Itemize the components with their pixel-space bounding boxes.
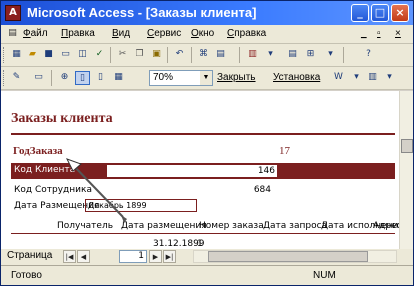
- document-icon[interactable]: ▤: [5, 27, 20, 41]
- print-icon[interactable]: ▭: [58, 48, 73, 62]
- menu-help[interactable]: Справка: [227, 28, 266, 39]
- access-key-icon[interactable]: A: [5, 5, 21, 21]
- toolbar-separator: [239, 47, 240, 63]
- relationships-icon[interactable]: ⊞: [303, 48, 318, 62]
- menu-bar: ▤ Файл Правка Вид Сервис Окно Справка _ …: [1, 25, 413, 44]
- page-label: Страница: [7, 250, 53, 261]
- first-page-button[interactable]: |◀: [63, 250, 76, 263]
- close-button[interactable]: ×: [391, 4, 409, 22]
- toolbar-grip[interactable]: [3, 70, 7, 86]
- new-object-dropdown-icon[interactable]: ▾: [323, 48, 338, 62]
- one-page-icon[interactable]: ▯: [75, 71, 90, 85]
- vertical-scroll-thumb[interactable]: [401, 139, 413, 153]
- spell-icon[interactable]: ✓: [92, 48, 107, 62]
- toolbar-separator: [110, 47, 111, 63]
- toolbar-separator: [167, 47, 168, 63]
- multiple-pages-icon[interactable]: ▦: [111, 71, 126, 85]
- close-preview-button[interactable]: Закрыть: [217, 72, 256, 83]
- setup-button[interactable]: Установка: [273, 72, 320, 83]
- design-view-icon[interactable]: ✎: [9, 71, 24, 85]
- status-ready: Готово: [11, 270, 42, 281]
- zoom-combo[interactable]: 70% ▼: [149, 70, 213, 86]
- zoom-value: 70%: [153, 72, 174, 83]
- status-num: NUM: [313, 270, 336, 281]
- toolbar-grip[interactable]: [3, 47, 7, 63]
- menu-edit[interactable]: Правка: [61, 28, 95, 39]
- view-icon[interactable]: ▦: [9, 48, 24, 62]
- status-bar: Готово NUM: [1, 265, 413, 285]
- toolbar-separator: [51, 70, 52, 86]
- database-window-icon[interactable]: ▥: [365, 71, 380, 85]
- print-icon[interactable]: ▭: [31, 71, 46, 85]
- doc-minimize-button[interactable]: _: [361, 28, 367, 39]
- database-toolbar: ▦ ▰ ■ ▭ ◫ ✓ ✂ ❐ ▣ ↶ ⌘ ▤ ▥ ▾ ▤ ⊞ ▾ ?: [1, 44, 413, 67]
- toolbar-separator: [343, 47, 344, 63]
- office-links-icon[interactable]: W: [331, 71, 346, 85]
- office-links-dropdown-icon[interactable]: ▾: [349, 71, 364, 85]
- last-page-button[interactable]: ▶|: [163, 250, 176, 263]
- paste-icon[interactable]: ▣: [149, 48, 164, 62]
- minimize-button[interactable]: _: [351, 4, 369, 22]
- open-icon[interactable]: ▰: [25, 48, 40, 62]
- horizontal-scrollbar[interactable]: [193, 250, 397, 263]
- report-preview-area[interactable]: Заказы клиента ГодЗаказа 17 Код Клиента …: [1, 91, 399, 249]
- page-number-input[interactable]: 1: [119, 250, 147, 263]
- toolbar-separator: [191, 47, 192, 63]
- next-page-button[interactable]: ▶: [149, 250, 162, 263]
- print-preview-icon[interactable]: ◫: [75, 48, 90, 62]
- chevron-down-icon[interactable]: ▼: [200, 71, 212, 85]
- print-preview-toolbar: ✎ ▭ ⊕ ▯ ▯ ▦ 70% ▼ Закрыть Установка W ▾ …: [1, 67, 413, 90]
- undo-icon[interactable]: ↶: [172, 48, 187, 62]
- new-object-icon[interactable]: ▾: [263, 48, 278, 62]
- doc-restore-button[interactable]: ▫: [377, 28, 381, 39]
- zoom-icon[interactable]: ⊕: [57, 71, 72, 85]
- window-title: Microsoft Access - [Заказы клиента]: [27, 5, 257, 20]
- help-icon[interactable]: ?: [361, 48, 376, 62]
- vertical-scrollbar[interactable]: [399, 91, 413, 249]
- maximize-button[interactable]: □: [371, 4, 389, 22]
- prev-page-button[interactable]: ◀: [77, 250, 90, 263]
- new-object-icon[interactable]: ▾: [382, 71, 397, 85]
- page-navigation: Страница |◀ ◀ 1 ▶ ▶|: [1, 249, 413, 265]
- menu-view[interactable]: Вид: [112, 28, 130, 39]
- code-icon[interactable]: ⌘: [196, 48, 211, 62]
- cut-icon[interactable]: ✂: [115, 48, 130, 62]
- menu-tools[interactable]: Сервис: [147, 28, 181, 39]
- horizontal-scroll-thumb[interactable]: [208, 251, 368, 262]
- menu-file[interactable]: Файл: [23, 28, 48, 39]
- save-icon[interactable]: ■: [41, 48, 56, 62]
- title-bar: A Microsoft Access - [Заказы клиента] _ …: [1, 1, 413, 25]
- doc-close-button[interactable]: ×: [395, 28, 401, 39]
- analyze-icon[interactable]: ▤: [285, 48, 300, 62]
- mouse-pointer-icon: [65, 158, 127, 223]
- two-pages-icon[interactable]: ▯: [93, 71, 108, 85]
- access-window: A Microsoft Access - [Заказы клиента] _ …: [0, 0, 414, 286]
- database-icon[interactable]: ▥: [245, 48, 260, 62]
- menu-window[interactable]: Окно: [191, 28, 214, 39]
- copy-icon[interactable]: ❐: [132, 48, 147, 62]
- properties-icon[interactable]: ▤: [213, 48, 228, 62]
